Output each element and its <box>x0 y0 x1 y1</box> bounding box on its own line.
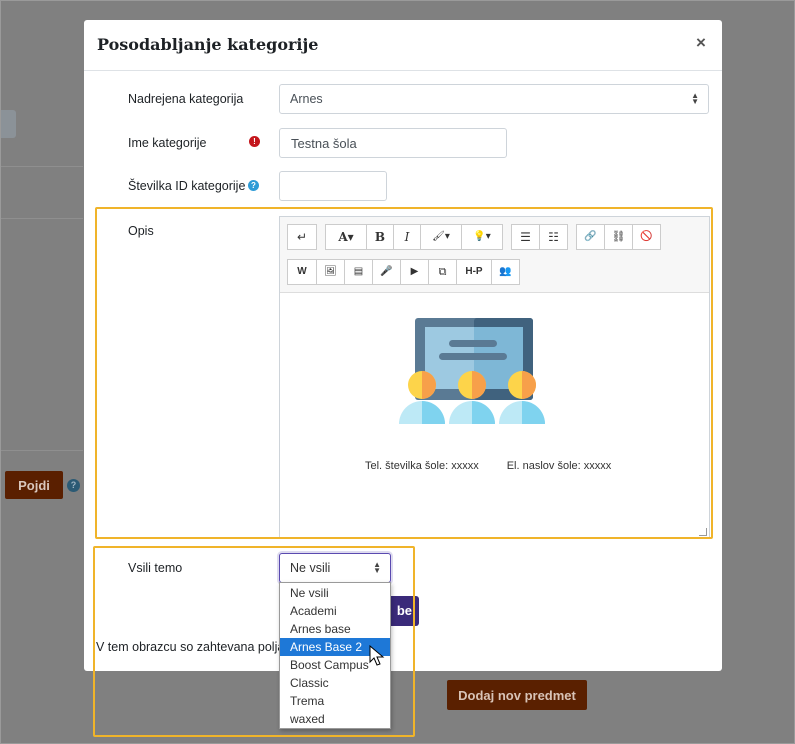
mouse-cursor-icon <box>369 645 385 666</box>
lightbulb-icon[interactable]: 💡▾ <box>461 224 503 250</box>
description-label: Opis <box>128 224 154 238</box>
select-arrows-icon: ▲ ▼ <box>373 560 381 575</box>
close-icon[interactable]: × <box>696 33 706 53</box>
link-icon[interactable]: 🔗 <box>576 224 605 250</box>
resize-handle-icon[interactable] <box>699 528 707 536</box>
background-divider <box>1 450 83 451</box>
unlink-icon[interactable]: ⛓ <box>604 224 633 250</box>
ordered-list-icon[interactable]: ☷ <box>539 224 568 250</box>
toolbar-collapse-icon[interactable]: ↵ <box>287 224 317 250</box>
unordered-list-icon[interactable]: ☰ <box>511 224 540 250</box>
required-fields-note: V tem obrazcu so zahtevana polja o <box>96 640 295 654</box>
record-video-icon[interactable]: ▶ <box>400 259 429 285</box>
force-theme-select[interactable]: Ne vsili ▲ ▼ <box>279 553 391 583</box>
background-divider <box>1 166 83 167</box>
force-theme-label: Vsili temo <box>128 561 183 575</box>
theme-option[interactable]: Ne vsili <box>280 584 390 602</box>
force-theme-value: Ne vsili <box>290 561 331 575</box>
school-email-text: El. naslov šole: xxxxx <box>506 460 612 472</box>
manage-files-icon[interactable]: ⧉ <box>428 259 457 285</box>
parent-category-select[interactable]: Arnes ▲ ▼ <box>279 84 709 114</box>
add-course-button[interactable]: Dodaj nov predmet <box>447 680 587 710</box>
required-icon: ! <box>249 136 260 147</box>
background-divider <box>1 218 83 219</box>
category-name-label: Ime kategorije <box>128 136 207 150</box>
parent-category-label: Nadrejena kategorija <box>128 92 244 106</box>
editor-toolbar: ↵ A▾ B I 🖌▾ 💡▾ ☰ ☷ 🔗 ⛓ 🚫 W 🖼 ▤ 🎤 ▶ ⧉ H-P… <box>280 217 709 293</box>
parent-category-value: Arnes <box>290 92 323 106</box>
help-icon[interactable]: ? <box>248 180 259 191</box>
theme-option[interactable]: Academi <box>280 602 390 620</box>
theme-option[interactable]: Classic <box>280 674 390 692</box>
editor-content[interactable]: Tel. številka šole: xxxxx El. naslov šole… <box>280 294 709 538</box>
background-help-icon[interactable]: ? <box>67 479 80 492</box>
teams-icon[interactable]: 👥 <box>491 259 520 285</box>
italic-icon[interactable]: I <box>393 224 421 250</box>
classroom-illustration-icon <box>399 318 545 424</box>
bold-icon[interactable]: B <box>366 224 394 250</box>
go-button[interactable]: Pojdi <box>5 471 63 499</box>
image-icon[interactable]: 🖼 <box>316 259 345 285</box>
media-icon[interactable]: ▤ <box>344 259 373 285</box>
record-audio-icon[interactable]: 🎤 <box>372 259 401 285</box>
font-style-icon[interactable]: A▾ <box>325 224 367 250</box>
background-tab <box>1 110 16 138</box>
description-editor[interactable]: ↵ A▾ B I 🖌▾ 💡▾ ☰ ☷ 🔗 ⛓ 🚫 W 🖼 ▤ 🎤 ▶ ⧉ H-P… <box>279 216 710 539</box>
category-id-label: Številka ID kategorije <box>128 179 246 193</box>
no-autolink-icon[interactable]: 🚫 <box>632 224 661 250</box>
category-id-input[interactable] <box>279 171 387 201</box>
theme-option[interactable]: Arnes base <box>280 620 390 638</box>
school-contact-line: Tel. številka šole: xxxxx El. naslov šole… <box>365 460 639 472</box>
select-arrows-icon: ▲ ▼ <box>691 91 699 106</box>
category-name-input[interactable]: Testna šola <box>279 128 507 158</box>
word-import-icon[interactable]: W <box>287 259 317 285</box>
category-name-value: Testna šola <box>291 136 357 151</box>
update-category-modal: Posodabljanje kategorije × Nadrejena kat… <box>84 20 722 671</box>
theme-option[interactable]: waxed <box>280 710 390 728</box>
modal-title: Posodabljanje kategorije <box>97 35 319 54</box>
modal-header: Posodabljanje kategorije × <box>84 20 722 71</box>
h5p-icon[interactable]: H-P <box>456 259 492 285</box>
paint-brush-icon[interactable]: 🖌▾ <box>420 224 462 250</box>
school-phone-text: Tel. številka šole: xxxxx <box>365 460 479 472</box>
theme-option[interactable]: Trema <box>280 692 390 710</box>
